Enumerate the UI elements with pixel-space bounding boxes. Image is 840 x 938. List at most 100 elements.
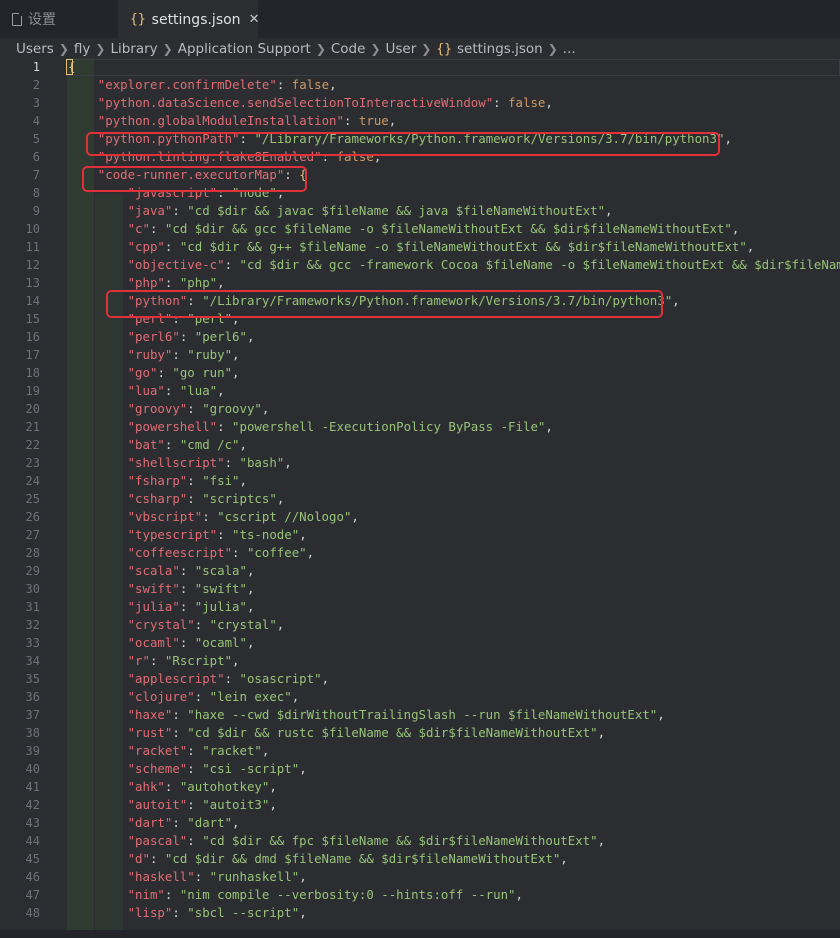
code-line[interactable]: 10 "c": "cd $dir && gcc $fileName -o $fil… [0, 220, 840, 238]
json-key: "powershell" [127, 419, 218, 434]
json-key: "cpp" [127, 239, 165, 254]
json-value: "dart" [187, 815, 233, 830]
json-value: false [291, 77, 330, 92]
json-key: "csharp" [127, 491, 188, 506]
tab-settings-ui[interactable]: 设置 [0, 0, 118, 38]
line-number: 6 [32, 150, 40, 164]
json-value: "cd $dir && gcc -framework Cocoa $fileNa… [239, 257, 840, 272]
tab-settings-json[interactable]: {} settings.json ✕ [118, 0, 260, 38]
code-line[interactable]: 3 "python.dataScience.sendSelectionToInte… [0, 94, 840, 112]
code-line[interactable]: 24 "fsharp": "fsi", [0, 472, 840, 490]
code-line[interactable]: 38 "rust": "cd $dir && rustc $fileName &&… [0, 724, 840, 742]
code-line[interactable]: 33 "ocaml": "ocaml", [0, 634, 840, 652]
breadcrumb-item[interactable]: Users [16, 41, 54, 57]
breadcrumb-item[interactable]: Application Support [178, 41, 311, 57]
line-number: 9 [32, 204, 40, 218]
highlight-box-code-runner-executormap [82, 166, 307, 192]
code-line[interactable]: 32 "crystal": "crystal", [0, 616, 840, 634]
chevron-right-icon: ❯ [370, 42, 381, 56]
json-value: false [508, 95, 546, 110]
code-line[interactable]: 25 "csharp": "scriptcs", [0, 490, 840, 508]
code-line[interactable]: 19 "lua": "lua", [0, 382, 840, 400]
json-value: "ocaml" [194, 635, 247, 650]
code-line[interactable]: 29 "scala": "scala", [0, 562, 840, 580]
code-text: "scheme": "csi -script", [127, 761, 307, 776]
code-line[interactable]: 35 "applescript": "osascript", [0, 670, 840, 688]
json-key: "ruby" [127, 347, 173, 362]
code-text: "explorer.confirmDelete": false, [97, 77, 337, 92]
code-text: "shellscript": "bash", [127, 455, 292, 470]
json-value: "cd $dir && g++ $fileName -o $fileNameWi… [179, 239, 747, 254]
line-number: 34 [25, 654, 40, 668]
line-number: 17 [25, 348, 40, 362]
code-line[interactable]: 46 "haskell": "runhaskell", [0, 868, 840, 886]
code-line[interactable]: 30 "swift": "swift", [0, 580, 840, 598]
code-line[interactable]: 28 "coffeescript": "coffee", [0, 544, 840, 562]
code-line[interactable]: 39 "racket": "racket", [0, 742, 840, 760]
json-value: "cd $dir && dmd $fileName && $dir$fileNa… [164, 851, 561, 866]
code-line[interactable]: 4 "python.globalModuleInstallation": true… [0, 112, 840, 130]
code-line[interactable]: 11 "cpp": "cd $dir && g++ $fileName -o $f… [0, 238, 840, 256]
code-line[interactable]: 47 "nim": "nim compile --verbosity:0 --hi… [0, 886, 840, 904]
code-text: "haskell": "runhaskell", [127, 869, 307, 884]
json-braces-icon: {} [130, 12, 146, 27]
code-line[interactable]: 44 "pascal": "cd $dir && fpc $fileName &&… [0, 832, 840, 850]
line-number: 28 [25, 546, 40, 560]
code-line[interactable]: 48 "lisp": "sbcl --script", [0, 904, 840, 922]
code-line[interactable]: 18 "go": "go run", [0, 364, 840, 382]
line-number: 44 [25, 834, 40, 848]
code-text: "crystal": "crystal", [127, 617, 285, 632]
chevron-right-icon: ❯ [421, 42, 432, 56]
code-line[interactable]: 20 "groovy": "groovy", [0, 400, 840, 418]
code-text: "fsharp": "fsi", [127, 473, 247, 488]
tab-label: 设置 [28, 12, 56, 28]
code-line[interactable]: 1{ [0, 58, 840, 76]
code-line[interactable]: 43 "dart": "dart", [0, 814, 840, 832]
chevron-right-icon: ❯ [315, 42, 326, 56]
breadcrumb-item[interactable]: Library [110, 41, 157, 57]
line-number: 10 [25, 222, 40, 236]
line-number: 40 [25, 762, 40, 776]
code-editor[interactable]: 1{2 "explorer.confirmDelete": false, 3 "pyt… [0, 58, 840, 938]
code-line[interactable]: 26 "vbscript": "cscript //Nologo", [0, 508, 840, 526]
json-key: "racket" [127, 743, 188, 758]
code-line[interactable]: 36 "clojure": "lein exec", [0, 688, 840, 706]
code-line[interactable]: 12 "objective-c": "cd $dir && gcc -framew… [0, 256, 840, 274]
code-line[interactable]: 22 "bat": "cmd /c", [0, 436, 840, 454]
code-line[interactable]: 23 "shellscript": "bash", [0, 454, 840, 472]
code-line[interactable]: 37 "haxe": "haxe --cwd $dirWithoutTrailin… [0, 706, 840, 724]
breadcrumb-item[interactable]: User [386, 41, 417, 57]
code-line[interactable]: 45 "d": "cd $dir && dmd $fileName && $dir… [0, 850, 840, 868]
json-value: "cd $dir && rustc $fileName && $dir$file… [187, 725, 598, 740]
json-value: "osascript" [239, 671, 322, 686]
code-line[interactable]: 9 "java": "cd $dir && javac $fileName && … [0, 202, 840, 220]
code-line[interactable]: 40 "scheme": "csi -script", [0, 760, 840, 778]
code-line[interactable]: 21 "powershell": "powershell -ExecutionPo… [0, 418, 840, 436]
breadcrumb-item[interactable]: settings.json [457, 41, 543, 57]
json-key: "ocaml" [127, 635, 180, 650]
code-line[interactable]: 27 "typescript": "ts-node", [0, 526, 840, 544]
code-line[interactable]: 31 "julia": "julia", [0, 598, 840, 616]
code-text: "python.globalModuleInstallation": true, [97, 113, 397, 128]
code-line[interactable]: 34 "r": "Rscript", [0, 652, 840, 670]
code-line[interactable]: 17 "ruby": "ruby", [0, 346, 840, 364]
close-icon[interactable]: ✕ [249, 12, 260, 27]
highlight-box-python-executor [106, 290, 663, 318]
json-key: "go" [127, 365, 158, 380]
code-text: "ahk": "autohotkey", [127, 779, 277, 794]
breadcrumb-item[interactable]: ... [563, 41, 576, 57]
code-line[interactable]: 16 "perl6": "perl6", [0, 328, 840, 346]
line-number: 13 [25, 276, 40, 290]
breadcrumb-item[interactable]: fly [74, 41, 91, 57]
line-number: 42 [25, 798, 40, 812]
breadcrumb-item[interactable]: Code [331, 41, 366, 57]
chevron-right-icon: ❯ [58, 42, 69, 56]
code-line[interactable]: 42 "autoit": "autoit3", [0, 796, 840, 814]
line-number: 26 [25, 510, 40, 524]
code-line[interactable]: 2 "explorer.confirmDelete": false, [0, 76, 840, 94]
code-text: "ruby": "ruby", [127, 347, 240, 362]
json-value: "sbcl --script" [187, 905, 300, 920]
code-text: "go": "go run", [127, 365, 240, 380]
code-line[interactable]: 41 "ahk": "autohotkey", [0, 778, 840, 796]
code-text: "racket": "racket", [127, 743, 270, 758]
